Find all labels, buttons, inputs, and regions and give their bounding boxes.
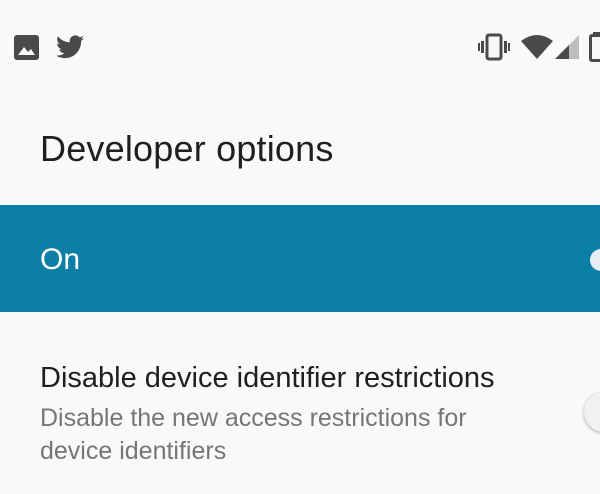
setting-disable-device-identifier-restrictions[interactable]: Disable device identifier restrictions D…: [0, 340, 600, 494]
vibrate-icon: [478, 33, 510, 61]
wifi-icon: [521, 35, 553, 59]
setting-summary: Disable the new access restrictions for …: [40, 404, 467, 465]
image-icon: [14, 35, 39, 60]
setting-title: Disable device identifier restrictions: [40, 362, 495, 394]
master-switch-label: On: [40, 243, 81, 276]
status-bar: [0, 0, 600, 94]
twitter-icon: [56, 35, 84, 59]
page-title: Developer options: [40, 128, 334, 169]
battery-icon: [589, 32, 600, 62]
signal-icon: [555, 35, 579, 59]
screen: Developer options On Disable device iden…: [0, 0, 600, 494]
setting-toggle[interactable]: [584, 392, 600, 432]
master-switch-bar[interactable]: On: [0, 205, 600, 312]
master-toggle-thumb[interactable]: [590, 249, 600, 271]
